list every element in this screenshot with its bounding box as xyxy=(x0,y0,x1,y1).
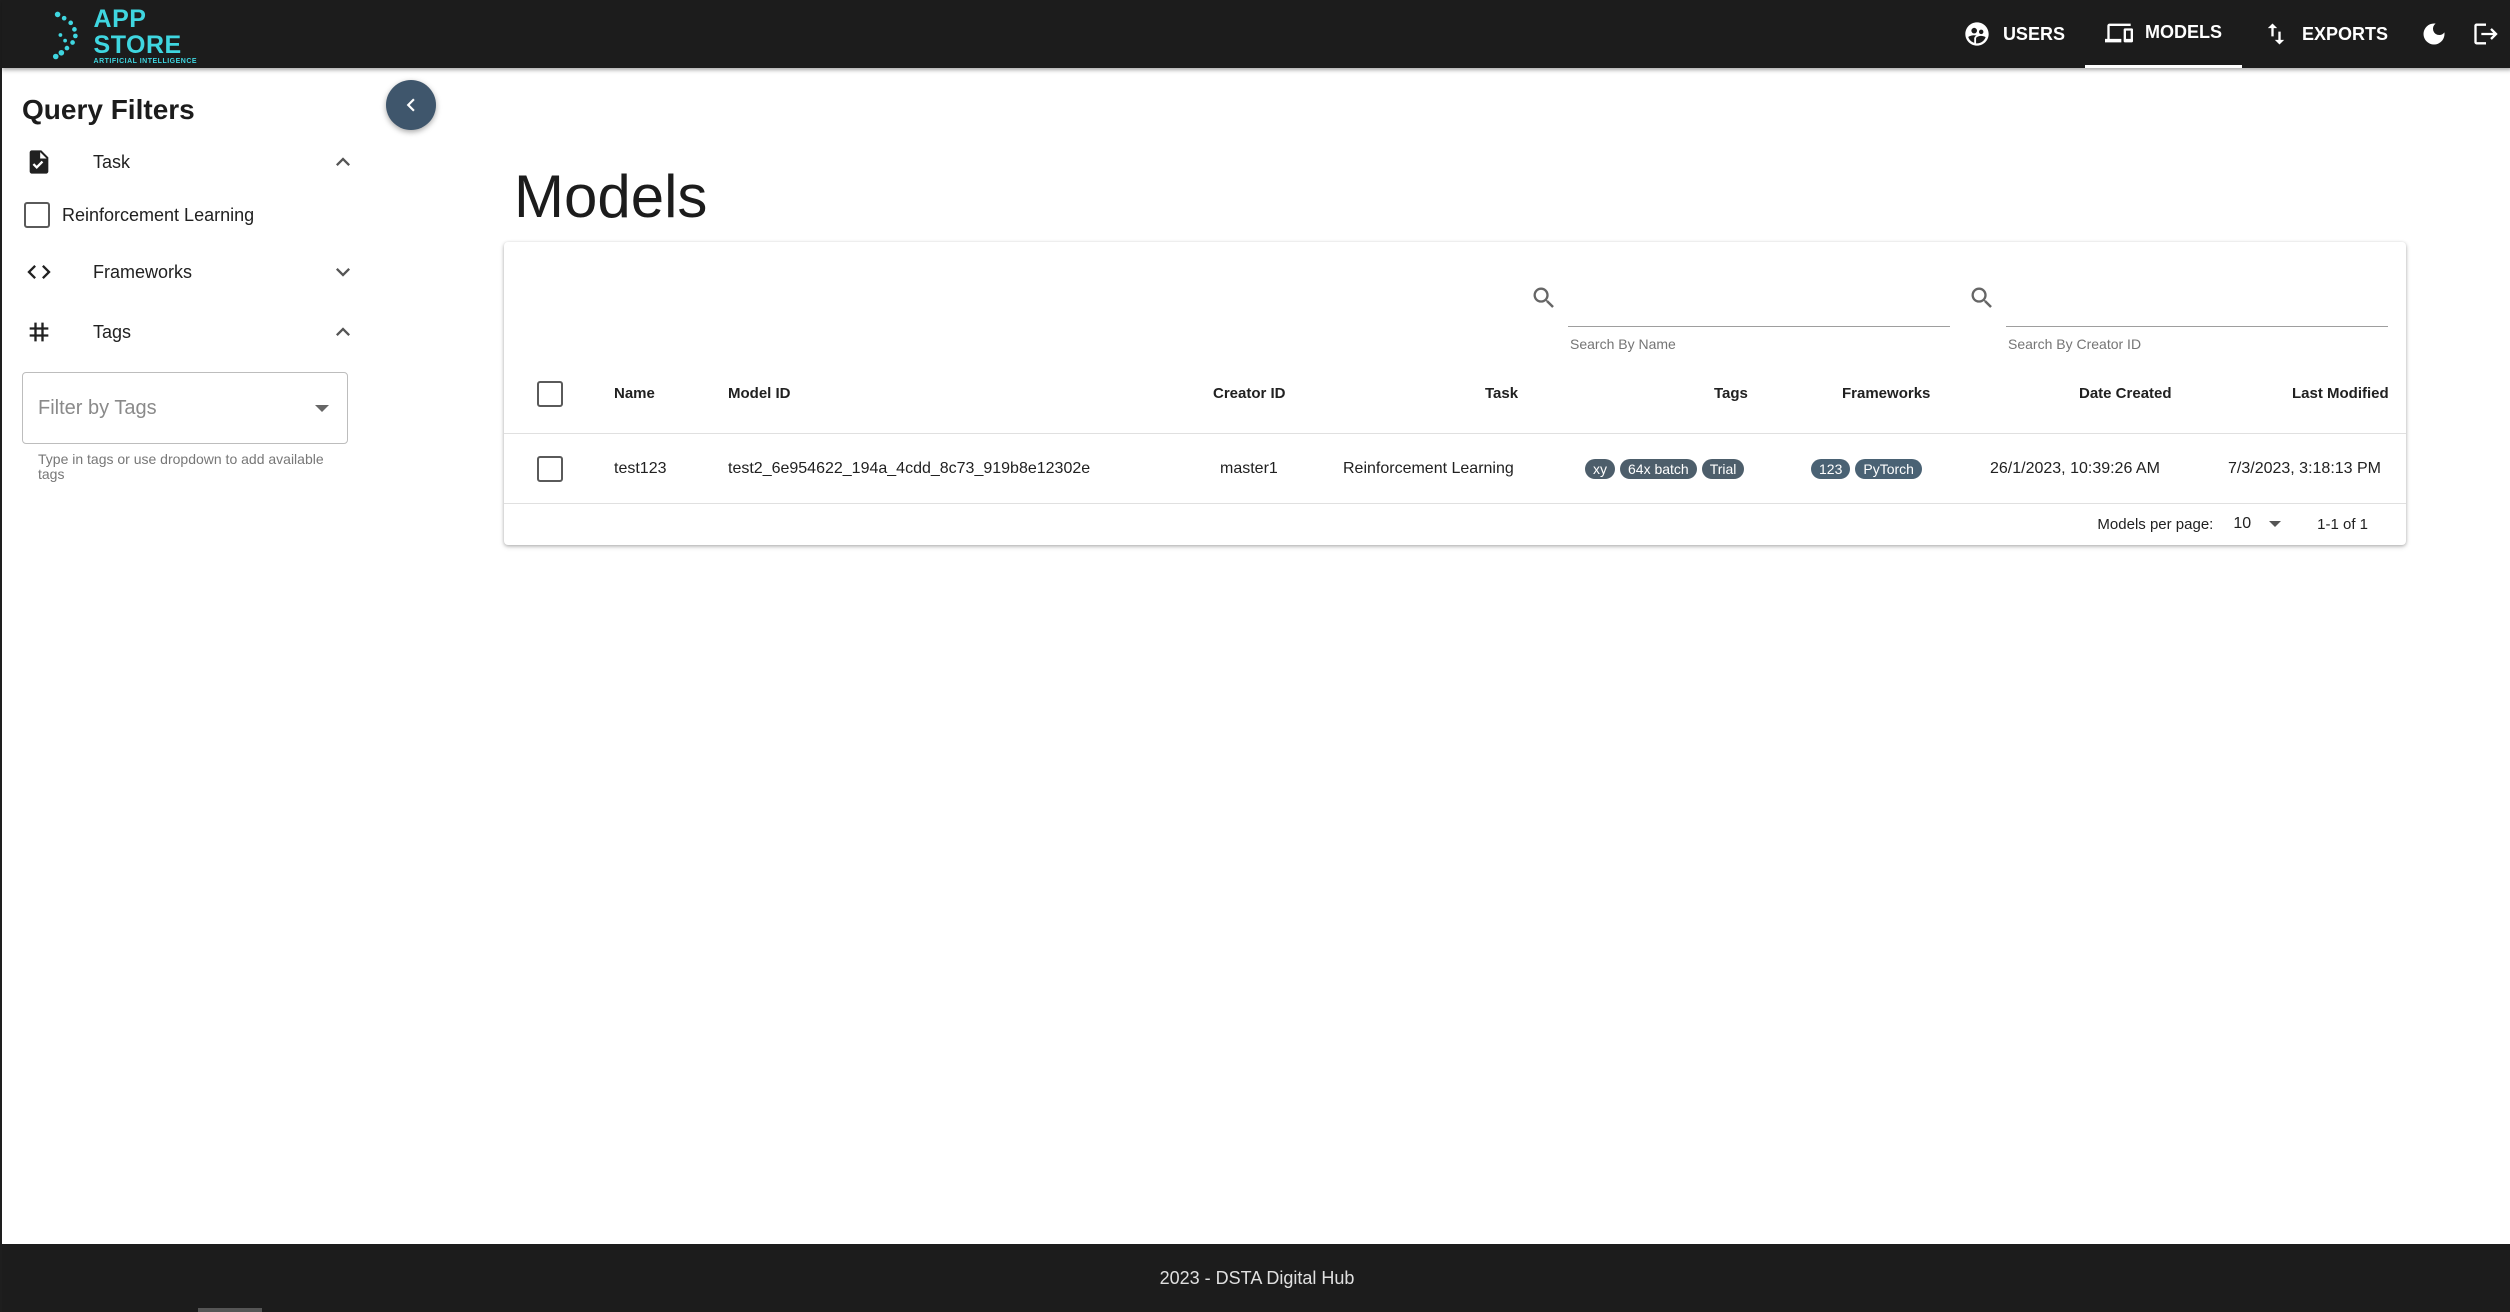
dark-mode-icon xyxy=(2423,23,2445,45)
search-name-label: Search By Name xyxy=(1570,336,1676,352)
exports-icon xyxy=(2267,23,2285,45)
code-icon xyxy=(27,265,51,279)
search-icon xyxy=(1533,287,1554,308)
nav-users[interactable]: USERS xyxy=(1943,0,2085,68)
search-icon xyxy=(1971,287,1992,308)
page-footer: 2023 - DSTA Digital Hub xyxy=(2,1244,2510,1312)
row-date-created: 26/1/2023, 10:39:26 AM xyxy=(1990,459,2160,477)
chevron-up-icon xyxy=(336,157,350,166)
chevron-left-icon xyxy=(406,98,415,112)
task-checkbox[interactable] xyxy=(24,202,50,228)
col-name[interactable]: Name xyxy=(614,354,655,433)
nav-users-label: USERS xyxy=(2002,23,2065,44)
users-icon xyxy=(1965,22,1989,46)
top-app-bar: APP STORE ARTIFICIAL INTELLIGENCE USERS … xyxy=(2,0,2510,68)
col-task[interactable]: Task xyxy=(1485,354,1518,433)
filter-frameworks-header[interactable]: Frameworks xyxy=(22,252,357,292)
per-page-value: 10 xyxy=(2233,515,2252,532)
query-filters-sidebar: Query Filters Task Reinforcement Learnin… xyxy=(2,68,372,1244)
row-checkbox[interactable] xyxy=(537,455,563,482)
search-name-input[interactable] xyxy=(1568,286,1950,322)
col-tags[interactable]: Tags xyxy=(1714,354,1748,433)
nav-models[interactable]: MODELS xyxy=(2084,0,2242,68)
task-option-label: Reinforcement Learning xyxy=(62,204,255,225)
task-icon xyxy=(29,150,49,174)
nav-exports[interactable]: EXPORTS xyxy=(2242,0,2408,68)
filter-task-label: Task xyxy=(93,151,131,172)
models-table-card: Search By Name Search By Creator ID Name… xyxy=(504,242,2406,545)
col-frameworks[interactable]: Frameworks xyxy=(1842,354,1930,433)
tags-filter-placeholder: Filter by Tags xyxy=(38,396,157,419)
tag-chip: 64x batch xyxy=(1620,458,1697,479)
search-creator-input[interactable] xyxy=(2006,286,2388,322)
table-row[interactable]: test123 test2_6e954622_194a_4cdd_8c73_91… xyxy=(504,434,2406,504)
footer-text: 2023 - DSTA Digital Hub xyxy=(1159,1267,1355,1288)
sidebar-title: Query Filters xyxy=(22,94,195,125)
filter-task-header[interactable]: Task xyxy=(22,142,357,182)
top-nav: USERS MODELS EXPORTS xyxy=(1943,0,2510,68)
col-last-modified[interactable]: Last Modified xyxy=(2292,354,2389,433)
page-info: 1-1 of 1 xyxy=(2317,515,2368,533)
logo-title: APP STORE xyxy=(93,4,182,59)
horizontal-scrollbar[interactable] xyxy=(198,1308,262,1312)
dropdown-arrow-icon[interactable] xyxy=(315,405,329,412)
tags-helper-text: Type in tags or use dropdown to add avai… xyxy=(38,451,324,482)
filter-tags-header[interactable]: Tags xyxy=(22,312,357,352)
search-creator-label: Search By Creator ID xyxy=(2008,336,2142,352)
logout-button[interactable] xyxy=(2460,0,2510,68)
logo-dots-icon xyxy=(52,11,78,60)
filter-tags-label: Tags xyxy=(93,321,132,342)
nav-models-label: MODELS xyxy=(2144,22,2222,42)
col-date-created[interactable]: Date Created xyxy=(2079,354,2172,433)
app-store-logo[interactable]: APP STORE ARTIFICIAL INTELLIGENCE xyxy=(52,4,232,65)
tags-filter-select[interactable]: Filter by Tags xyxy=(22,372,348,444)
logo-subtitle: ARTIFICIAL INTELLIGENCE xyxy=(93,57,198,65)
task-option-reinforcement-learning[interactable]: Reinforcement Learning xyxy=(24,202,254,228)
tag-chip: xy xyxy=(1585,458,1615,479)
table-header: Name Model ID Creator ID Task Tags Frame… xyxy=(504,354,2406,434)
col-creator-id[interactable]: Creator ID xyxy=(1213,354,1286,433)
dark-mode-toggle[interactable] xyxy=(2408,0,2460,68)
chevron-up-icon xyxy=(336,327,350,336)
hashtag-icon xyxy=(29,322,49,342)
nav-exports-label: EXPORTS xyxy=(2301,23,2388,44)
models-icon xyxy=(2104,23,2133,42)
row-frameworks: 123 PyTorch xyxy=(1806,434,1922,503)
framework-chip: 123 xyxy=(1811,458,1851,479)
row-last-modified: 7/3/2023, 3:18:13 PM xyxy=(2228,459,2381,477)
filter-frameworks-label: Frameworks xyxy=(93,261,193,282)
table-pagination: Models per page: 10 1-1 of 1 xyxy=(504,504,2406,544)
row-name: test123 xyxy=(614,459,667,477)
page-title: Models xyxy=(514,163,708,230)
dropdown-arrow-icon xyxy=(2269,521,2282,527)
tag-chip: Trial xyxy=(1701,458,1745,479)
per-page-label: Models per page: xyxy=(2097,515,2214,533)
select-all-checkbox[interactable] xyxy=(537,380,563,407)
col-model-id[interactable]: Model ID xyxy=(728,354,791,433)
framework-chip: PyTorch xyxy=(1855,458,1922,479)
logout-icon xyxy=(2474,23,2498,45)
per-page-select[interactable]: 10 xyxy=(2233,515,2282,533)
collapse-sidebar-button[interactable] xyxy=(386,80,436,130)
row-model-id: test2_6e954622_194a_4cdd_8c73_919b8e1230… xyxy=(728,459,1091,477)
chevron-down-icon xyxy=(336,268,350,277)
row-creator-id: master1 xyxy=(1220,459,1278,477)
row-task: Reinforcement Learning xyxy=(1343,459,1514,477)
row-tags: xy 64x batch Trial xyxy=(1580,434,1745,503)
